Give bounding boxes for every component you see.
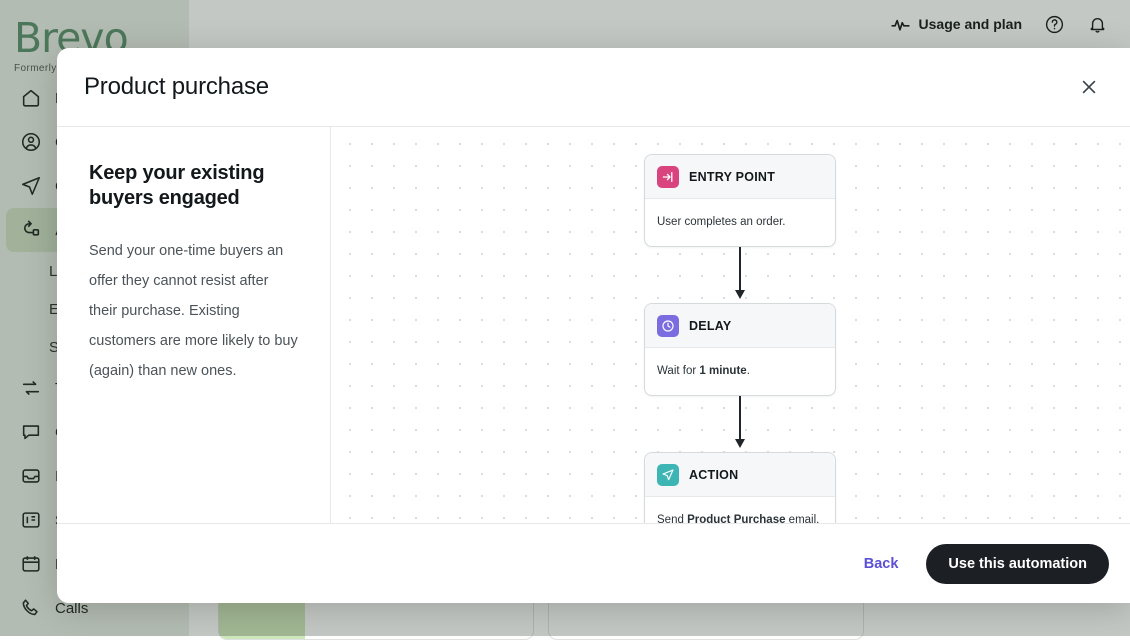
flow-node-text-suffix: . xyxy=(746,365,750,377)
flow-node-header: ACTION xyxy=(645,453,835,497)
flow-node-type: DELAY xyxy=(689,318,732,333)
page-title: Product purchase xyxy=(84,73,269,100)
flow-node-text-prefix: Send xyxy=(657,514,688,523)
flow-node-type: ENTRY POINT xyxy=(689,169,776,184)
use-this-automation-button[interactable]: Use this automation xyxy=(926,543,1109,584)
modal-footer: Back Use this automation xyxy=(57,524,1130,603)
app-root: Brevo Formerly sendinblue Home Contacts … xyxy=(0,0,1130,640)
flow-node-text-suffix: email. xyxy=(785,514,820,523)
connector-line xyxy=(739,247,741,293)
flow-node-text-prefix: User completes an order. xyxy=(657,216,786,228)
entry-point-icon xyxy=(657,165,679,188)
flow-node-body: User completes an order. xyxy=(645,199,835,246)
close-icon[interactable] xyxy=(1074,72,1104,102)
back-button[interactable]: Back xyxy=(846,546,917,582)
automation-flow: ENTRY POINT User completes an order. DEL… xyxy=(644,154,836,523)
connector-arrow-icon xyxy=(735,439,745,448)
flow-connector xyxy=(644,247,836,303)
automation-canvas[interactable]: ENTRY POINT User completes an order. DEL… xyxy=(331,127,1130,523)
clock-icon xyxy=(657,314,679,337)
connector-line xyxy=(739,396,741,442)
flow-node-header: ENTRY POINT xyxy=(645,155,835,199)
flow-node-header: DELAY xyxy=(645,304,835,348)
flow-node-text-bold: Product Purchase xyxy=(687,514,786,523)
flow-node-text-prefix: Wait for xyxy=(657,365,700,377)
modal-header: Product purchase xyxy=(57,48,1130,127)
send-icon xyxy=(657,463,679,486)
info-heading: Keep your existing buyers engaged xyxy=(89,162,265,209)
modal-body: Keep your existing buyers engaged Send y… xyxy=(57,127,1130,524)
flow-node-entry-point[interactable]: ENTRY POINT User completes an order. xyxy=(644,154,836,247)
flow-connector xyxy=(644,396,836,452)
flow-node-type: ACTION xyxy=(689,467,739,482)
flow-node-body: Wait for 1 minute. xyxy=(645,348,835,395)
flow-node-body: Send Product Purchase email. xyxy=(645,497,835,523)
flow-node-delay[interactable]: DELAY Wait for 1 minute. xyxy=(644,303,836,396)
automation-template-modal: Product purchase Keep your existing buye… xyxy=(57,48,1130,603)
flow-node-action[interactable]: ACTION Send Product Purchase email. xyxy=(644,452,836,523)
connector-arrow-icon xyxy=(735,290,745,299)
flow-node-text-bold: 1 minute xyxy=(699,365,747,377)
info-panel: Keep your existing buyers engaged Send y… xyxy=(57,127,331,523)
info-description: Send your one-time buyers an offer they … xyxy=(89,243,298,379)
